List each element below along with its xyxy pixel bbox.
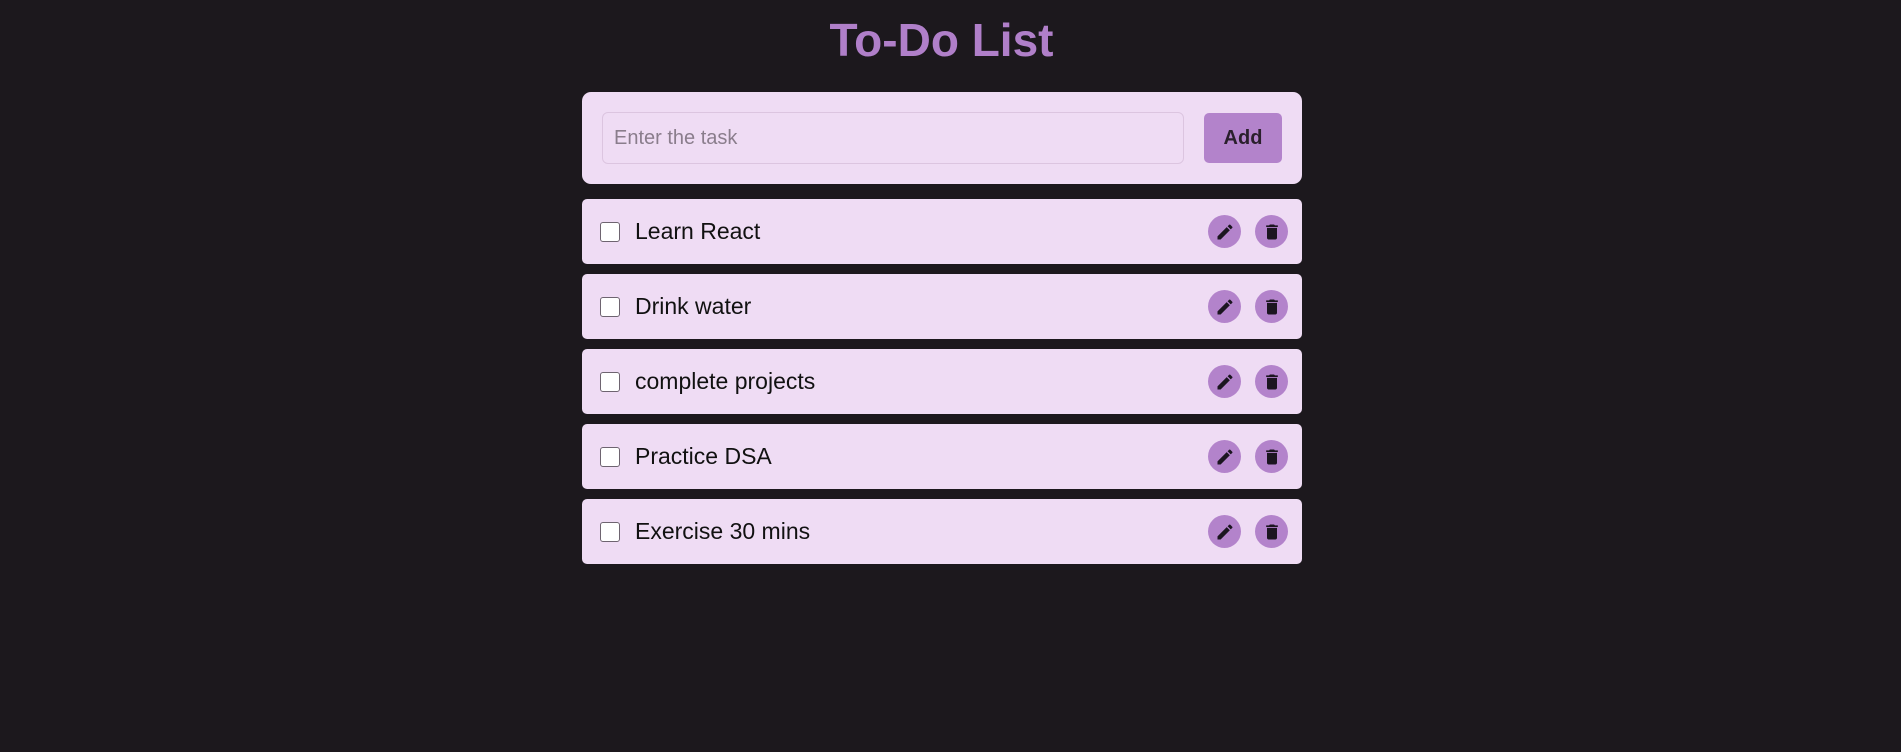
delete-button[interactable] [1255,215,1288,248]
delete-button[interactable] [1255,365,1288,398]
task-checkbox[interactable] [600,221,620,242]
task-label: Drink water [635,293,752,319]
task-checkbox[interactable] [600,371,620,392]
list-item: complete projects [582,349,1302,414]
task-list: Learn React Drink water complete project… [582,199,1302,564]
trash-icon [1262,522,1282,542]
list-item: Learn React [582,199,1302,264]
delete-button[interactable] [1255,290,1288,323]
task-checkbox[interactable] [600,521,620,542]
pencil-icon [1215,297,1235,317]
task-checkbox[interactable] [600,446,620,467]
list-item: Exercise 30 mins [582,499,1302,564]
task-input[interactable] [602,112,1184,164]
trash-icon [1262,222,1282,242]
list-item: Practice DSA [582,424,1302,489]
pencil-icon [1215,372,1235,392]
trash-icon [1262,372,1282,392]
delete-button[interactable] [1255,515,1288,548]
task-label: Practice DSA [635,443,772,469]
pencil-icon [1215,522,1235,542]
edit-button[interactable] [1208,515,1241,548]
add-button[interactable]: Add [1204,113,1282,163]
trash-icon [1262,447,1282,467]
pencil-icon [1215,222,1235,242]
task-label: Learn React [635,218,761,244]
app-page: To-Do List Add Learn React [0,0,1901,752]
task-label: complete projects [635,368,816,394]
edit-button[interactable] [1208,215,1241,248]
pencil-icon [1215,447,1235,467]
list-item: Drink water [582,274,1302,339]
delete-button[interactable] [1255,440,1288,473]
edit-button[interactable] [1208,440,1241,473]
edit-button[interactable] [1208,290,1241,323]
page-title: To-Do List [829,14,1054,66]
new-task-card: Add [582,92,1302,184]
trash-icon [1262,297,1282,317]
todo-container: Add Learn React Drink wate [582,92,1302,574]
task-checkbox[interactable] [600,296,620,317]
edit-button[interactable] [1208,365,1241,398]
task-label: Exercise 30 mins [635,518,811,544]
